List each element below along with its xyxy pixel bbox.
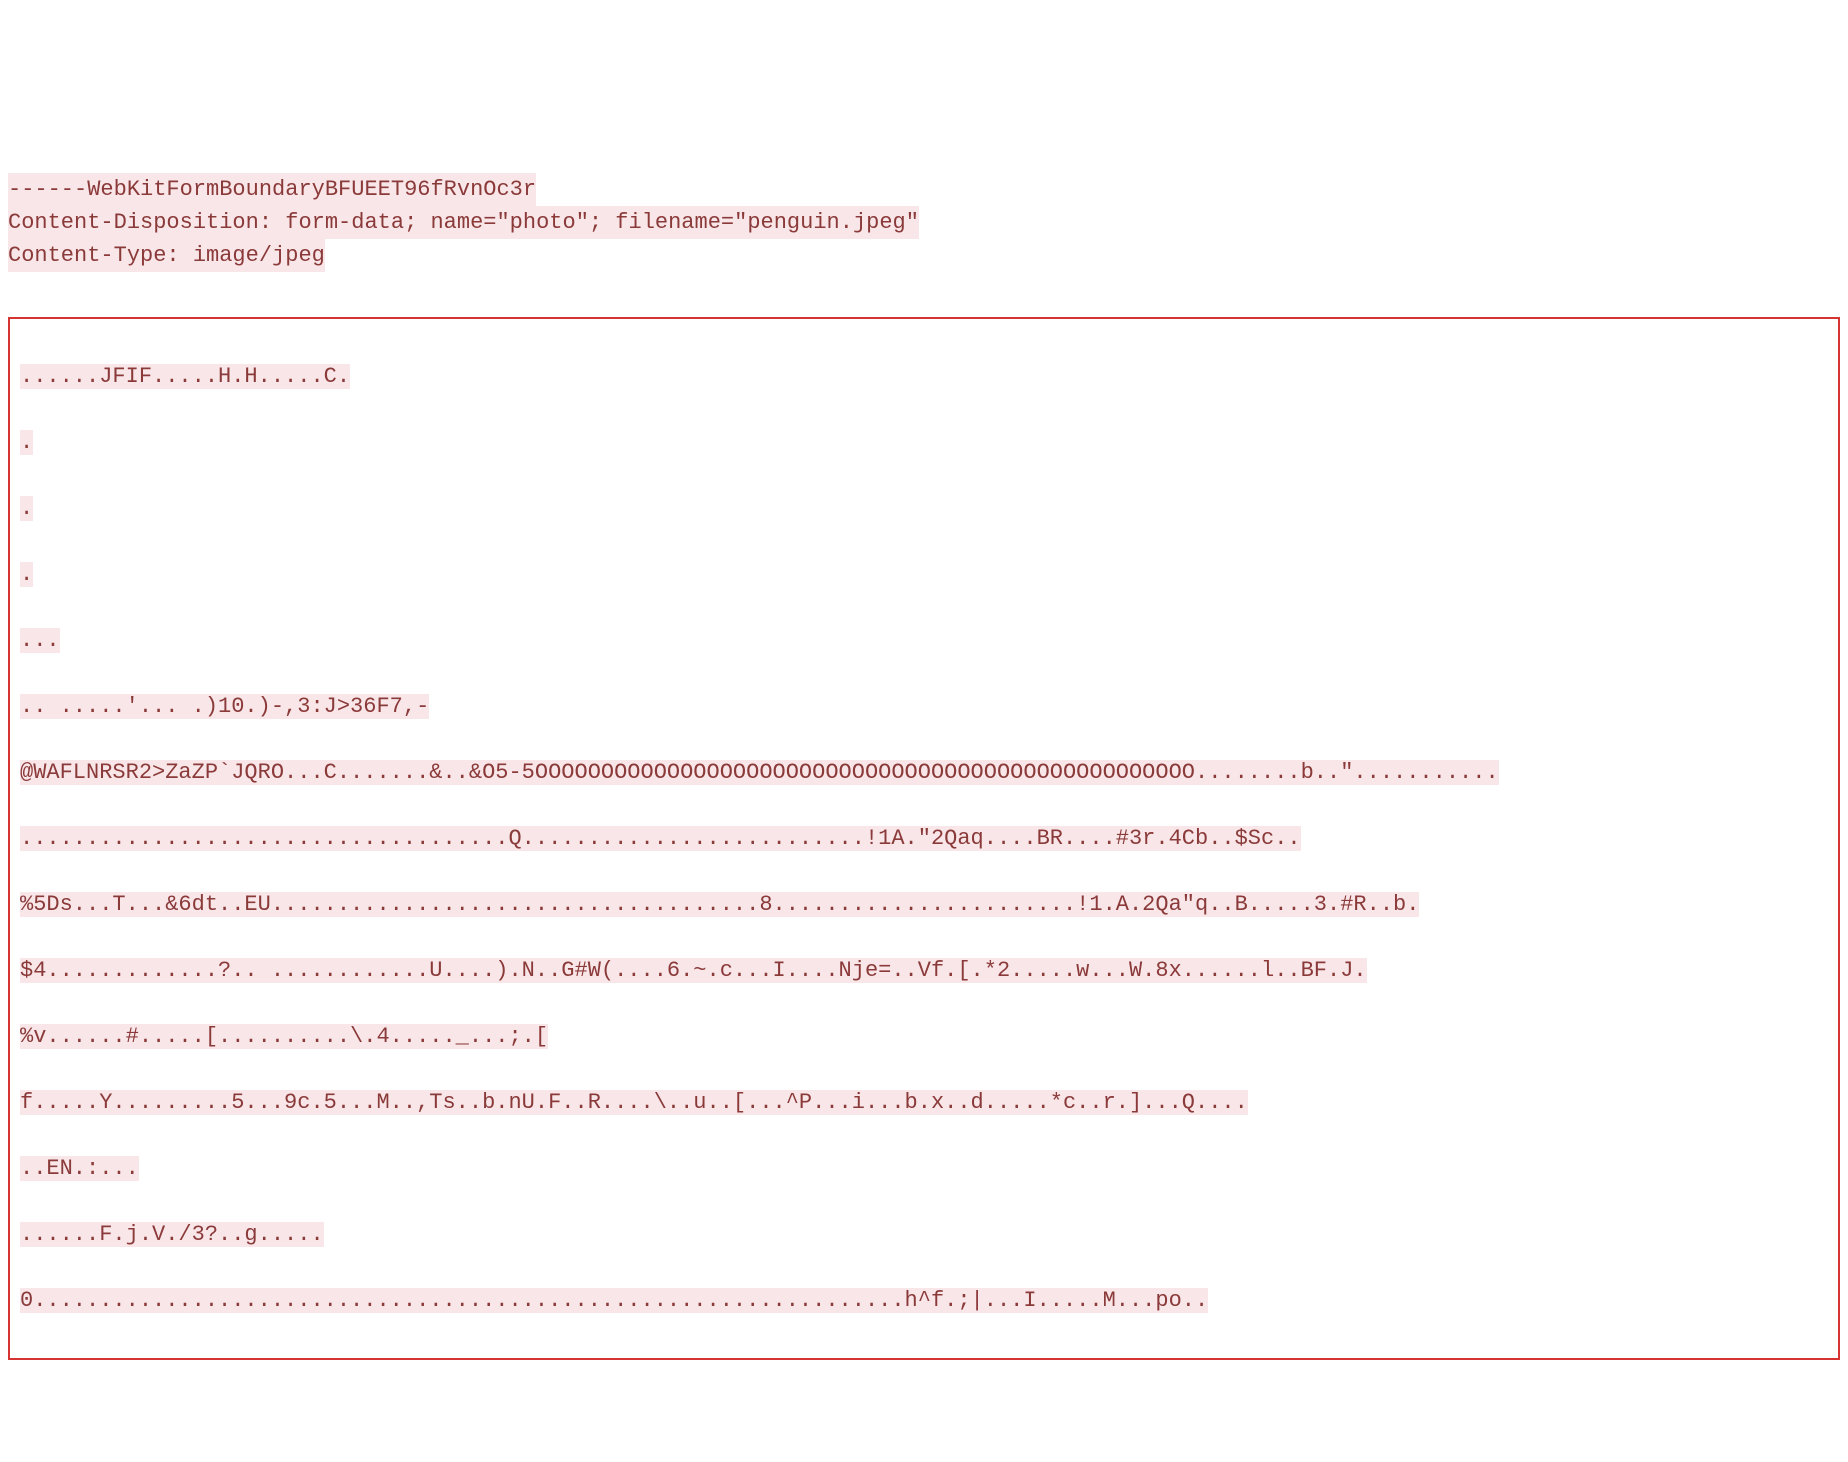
binary-data-line: . xyxy=(20,496,33,521)
binary-data-line: @WAFLNRSR2>ZaZP`JQRO...C.......&..&O5-5O… xyxy=(20,760,1499,785)
content-type-line: Content-Type: image/jpeg xyxy=(8,239,325,272)
binary-data-line: ......JFIF.....H.H.....C. xyxy=(20,364,350,389)
binary-data-line: %v......#.....[..........\.4....._...;.[ xyxy=(20,1024,548,1049)
binary-data-line: $4.............?.. ............U....).N.… xyxy=(20,958,1367,983)
binary-data-line: .....................................Q..… xyxy=(20,826,1301,851)
binary-data-line: . xyxy=(20,430,33,455)
binary-data-line: .. .....'... .)10.)-,3:J>36F7,- xyxy=(20,694,429,719)
binary-data-line: 0.......................................… xyxy=(20,1288,1208,1313)
http-multipart-header: ------WebKitFormBoundaryBFUEET96fRvnOc3r… xyxy=(8,140,1840,272)
binary-data-line: f.....Y.........5...9c.5...M..,Ts..b.nU.… xyxy=(20,1090,1248,1115)
binary-data-line: . xyxy=(20,562,33,587)
binary-data-line: ..EN.:... xyxy=(20,1156,139,1181)
boundary-line: ------WebKitFormBoundaryBFUEET96fRvnOc3r xyxy=(8,173,536,206)
binary-content-box: ......JFIF.....H.H.....C. . . . ... .. .… xyxy=(8,317,1840,1360)
content-disposition-line: Content-Disposition: form-data; name="ph… xyxy=(8,206,919,239)
binary-data-line: ......F.j.V./3?..g..... xyxy=(20,1222,324,1247)
binary-data-line: ... xyxy=(20,628,60,653)
binary-data-line: %5Ds...T...&6dt..EU.....................… xyxy=(20,892,1419,917)
